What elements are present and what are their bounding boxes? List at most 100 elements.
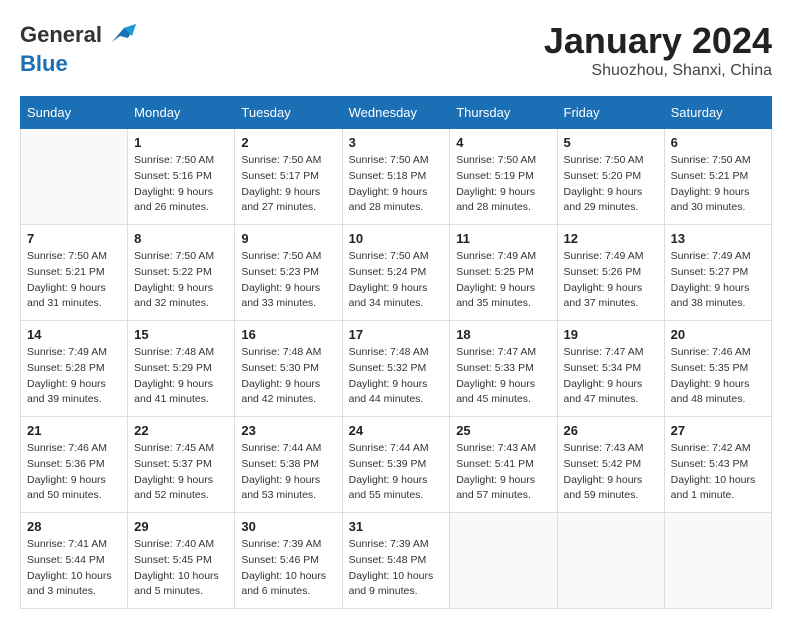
day-number: 28: [27, 519, 121, 534]
day-number: 20: [671, 327, 765, 342]
weekday-header-thursday: Thursday: [450, 97, 557, 129]
day-number: 26: [564, 423, 658, 438]
day-info: Sunrise: 7:43 AMSunset: 5:41 PMDaylight:…: [456, 441, 550, 504]
day-number: 7: [27, 231, 121, 246]
day-number: 19: [564, 327, 658, 342]
logo-general-text: General: [20, 22, 102, 47]
day-info: Sunrise: 7:39 AMSunset: 5:46 PMDaylight:…: [241, 537, 335, 600]
day-number: 17: [349, 327, 444, 342]
calendar-week-2: 14 Sunrise: 7:49 AMSunset: 5:28 PMDayligh…: [21, 321, 772, 417]
day-number: 23: [241, 423, 335, 438]
calendar-cell: 31 Sunrise: 7:39 AMSunset: 5:48 PMDayligh…: [342, 513, 450, 609]
calendar-cell: 11 Sunrise: 7:49 AMSunset: 5:25 PMDayligh…: [450, 225, 557, 321]
month-title: January 2024: [544, 20, 772, 62]
day-info: Sunrise: 7:50 AMSunset: 5:20 PMDaylight:…: [564, 153, 658, 216]
day-info: Sunrise: 7:48 AMSunset: 5:32 PMDaylight:…: [349, 345, 444, 408]
day-info: Sunrise: 7:47 AMSunset: 5:34 PMDaylight:…: [564, 345, 658, 408]
day-info: Sunrise: 7:50 AMSunset: 5:21 PMDaylight:…: [27, 249, 121, 312]
calendar-cell: [450, 513, 557, 609]
weekday-header-row: SundayMondayTuesdayWednesdayThursdayFrid…: [21, 97, 772, 129]
weekday-header-saturday: Saturday: [664, 97, 771, 129]
calendar-cell: [664, 513, 771, 609]
day-number: 29: [134, 519, 228, 534]
calendar-cell: 22Sunrise: 7:45 AMSunset: 5:37 PMDayligh…: [128, 417, 235, 513]
day-number: 11: [456, 231, 550, 246]
day-number: 3: [349, 135, 444, 150]
calendar-cell: 21 Sunrise: 7:46 AMSunset: 5:36 PMDayligh…: [21, 417, 128, 513]
calendar-cell: 23 Sunrise: 7:44 AMSunset: 5:38 PMDayligh…: [235, 417, 342, 513]
day-info: Sunrise: 7:50 AMSunset: 5:18 PMDaylight:…: [349, 153, 444, 216]
day-info: Sunrise: 7:44 AMSunset: 5:38 PMDaylight:…: [241, 441, 335, 504]
day-number: 5: [564, 135, 658, 150]
logo-blue-text: Blue: [20, 51, 68, 76]
day-info: Sunrise: 7:50 AMSunset: 5:19 PMDaylight:…: [456, 153, 550, 216]
day-number: 9: [241, 231, 335, 246]
day-info: Sunrise: 7:48 AMSunset: 5:30 PMDaylight:…: [241, 345, 335, 408]
calendar-cell: 10Sunrise: 7:50 AMSunset: 5:24 PMDayligh…: [342, 225, 450, 321]
calendar-cell: 12Sunrise: 7:49 AMSunset: 5:26 PMDayligh…: [557, 225, 664, 321]
calendar-cell: 16 Sunrise: 7:48 AMSunset: 5:30 PMDayligh…: [235, 321, 342, 417]
weekday-header-monday: Monday: [128, 97, 235, 129]
day-number: 14: [27, 327, 121, 342]
calendar-body: 1Sunrise: 7:50 AMSunset: 5:16 PMDaylight…: [21, 129, 772, 609]
day-number: 31: [349, 519, 444, 534]
calendar-cell: [21, 129, 128, 225]
calendar-cell: 6Sunrise: 7:50 AMSunset: 5:21 PMDaylight…: [664, 129, 771, 225]
day-number: 15: [134, 327, 228, 342]
day-number: 13: [671, 231, 765, 246]
day-info: Sunrise: 7:46 AMSunset: 5:35 PMDaylight:…: [671, 345, 765, 408]
calendar-cell: 3 Sunrise: 7:50 AMSunset: 5:18 PMDaylight…: [342, 129, 450, 225]
calendar-week-1: 7 Sunrise: 7:50 AMSunset: 5:21 PMDaylight…: [21, 225, 772, 321]
weekday-header-wednesday: Wednesday: [342, 97, 450, 129]
day-info: Sunrise: 7:50 AMSunset: 5:16 PMDaylight:…: [134, 153, 228, 216]
day-info: Sunrise: 7:42 AMSunset: 5:43 PMDaylight:…: [671, 441, 765, 504]
day-number: 4: [456, 135, 550, 150]
day-info: Sunrise: 7:49 AMSunset: 5:26 PMDaylight:…: [564, 249, 658, 312]
day-number: 30: [241, 519, 335, 534]
weekday-header-friday: Friday: [557, 97, 664, 129]
calendar-cell: 17 Sunrise: 7:48 AMSunset: 5:32 PMDayligh…: [342, 321, 450, 417]
calendar-cell: 2Sunrise: 7:50 AMSunset: 5:17 PMDaylight…: [235, 129, 342, 225]
calendar-cell: 25 Sunrise: 7:43 AMSunset: 5:41 PMDayligh…: [450, 417, 557, 513]
calendar-cell: 9Sunrise: 7:50 AMSunset: 5:23 PMDaylight…: [235, 225, 342, 321]
day-number: 2: [241, 135, 335, 150]
day-number: 16: [241, 327, 335, 342]
day-number: 18: [456, 327, 550, 342]
calendar-cell: 20 Sunrise: 7:46 AMSunset: 5:35 PMDayligh…: [664, 321, 771, 417]
calendar-cell: 15 Sunrise: 7:48 AMSunset: 5:29 PMDayligh…: [128, 321, 235, 417]
day-info: Sunrise: 7:43 AMSunset: 5:42 PMDaylight:…: [564, 441, 658, 504]
weekday-header-sunday: Sunday: [21, 97, 128, 129]
day-number: 25: [456, 423, 550, 438]
day-number: 24: [349, 423, 444, 438]
calendar-week-4: 28 Sunrise: 7:41 AMSunset: 5:44 PMDayligh…: [21, 513, 772, 609]
logo: General Blue: [20, 20, 136, 76]
day-info: Sunrise: 7:39 AMSunset: 5:48 PMDaylight:…: [349, 537, 444, 600]
day-info: Sunrise: 7:44 AMSunset: 5:39 PMDaylight:…: [349, 441, 444, 504]
calendar-cell: 4 Sunrise: 7:50 AMSunset: 5:19 PMDaylight…: [450, 129, 557, 225]
title-block: January 2024 Shuozhou, Shanxi, China: [544, 20, 772, 80]
day-number: 10: [349, 231, 444, 246]
day-number: 6: [671, 135, 765, 150]
day-info: Sunrise: 7:41 AMSunset: 5:44 PMDaylight:…: [27, 537, 121, 600]
calendar-cell: [557, 513, 664, 609]
day-info: Sunrise: 7:49 AMSunset: 5:25 PMDaylight:…: [456, 249, 550, 312]
page-header: General Blue January 2024 Shuozhou, Shan…: [20, 20, 772, 80]
day-info: Sunrise: 7:49 AMSunset: 5:28 PMDaylight:…: [27, 345, 121, 408]
day-info: Sunrise: 7:48 AMSunset: 5:29 PMDaylight:…: [134, 345, 228, 408]
calendar-cell: 24 Sunrise: 7:44 AMSunset: 5:39 PMDayligh…: [342, 417, 450, 513]
calendar-cell: 30 Sunrise: 7:39 AMSunset: 5:46 PMDayligh…: [235, 513, 342, 609]
day-info: Sunrise: 7:45 AMSunset: 5:37 PMDaylight:…: [134, 441, 228, 504]
day-number: 21: [27, 423, 121, 438]
logo-bird-icon: [104, 20, 136, 52]
calendar-week-3: 21 Sunrise: 7:46 AMSunset: 5:36 PMDayligh…: [21, 417, 772, 513]
calendar-cell: 7 Sunrise: 7:50 AMSunset: 5:21 PMDaylight…: [21, 225, 128, 321]
calendar-cell: 13Sunrise: 7:49 AMSunset: 5:27 PMDayligh…: [664, 225, 771, 321]
day-info: Sunrise: 7:47 AMSunset: 5:33 PMDaylight:…: [456, 345, 550, 408]
day-info: Sunrise: 7:50 AMSunset: 5:22 PMDaylight:…: [134, 249, 228, 312]
day-info: Sunrise: 7:46 AMSunset: 5:36 PMDaylight:…: [27, 441, 121, 504]
calendar-table: SundayMondayTuesdayWednesdayThursdayFrid…: [20, 96, 772, 609]
calendar-cell: 18 Sunrise: 7:47 AMSunset: 5:33 PMDayligh…: [450, 321, 557, 417]
day-number: 27: [671, 423, 765, 438]
calendar-cell: 8Sunrise: 7:50 AMSunset: 5:22 PMDaylight…: [128, 225, 235, 321]
calendar-header: SundayMondayTuesdayWednesdayThursdayFrid…: [21, 97, 772, 129]
